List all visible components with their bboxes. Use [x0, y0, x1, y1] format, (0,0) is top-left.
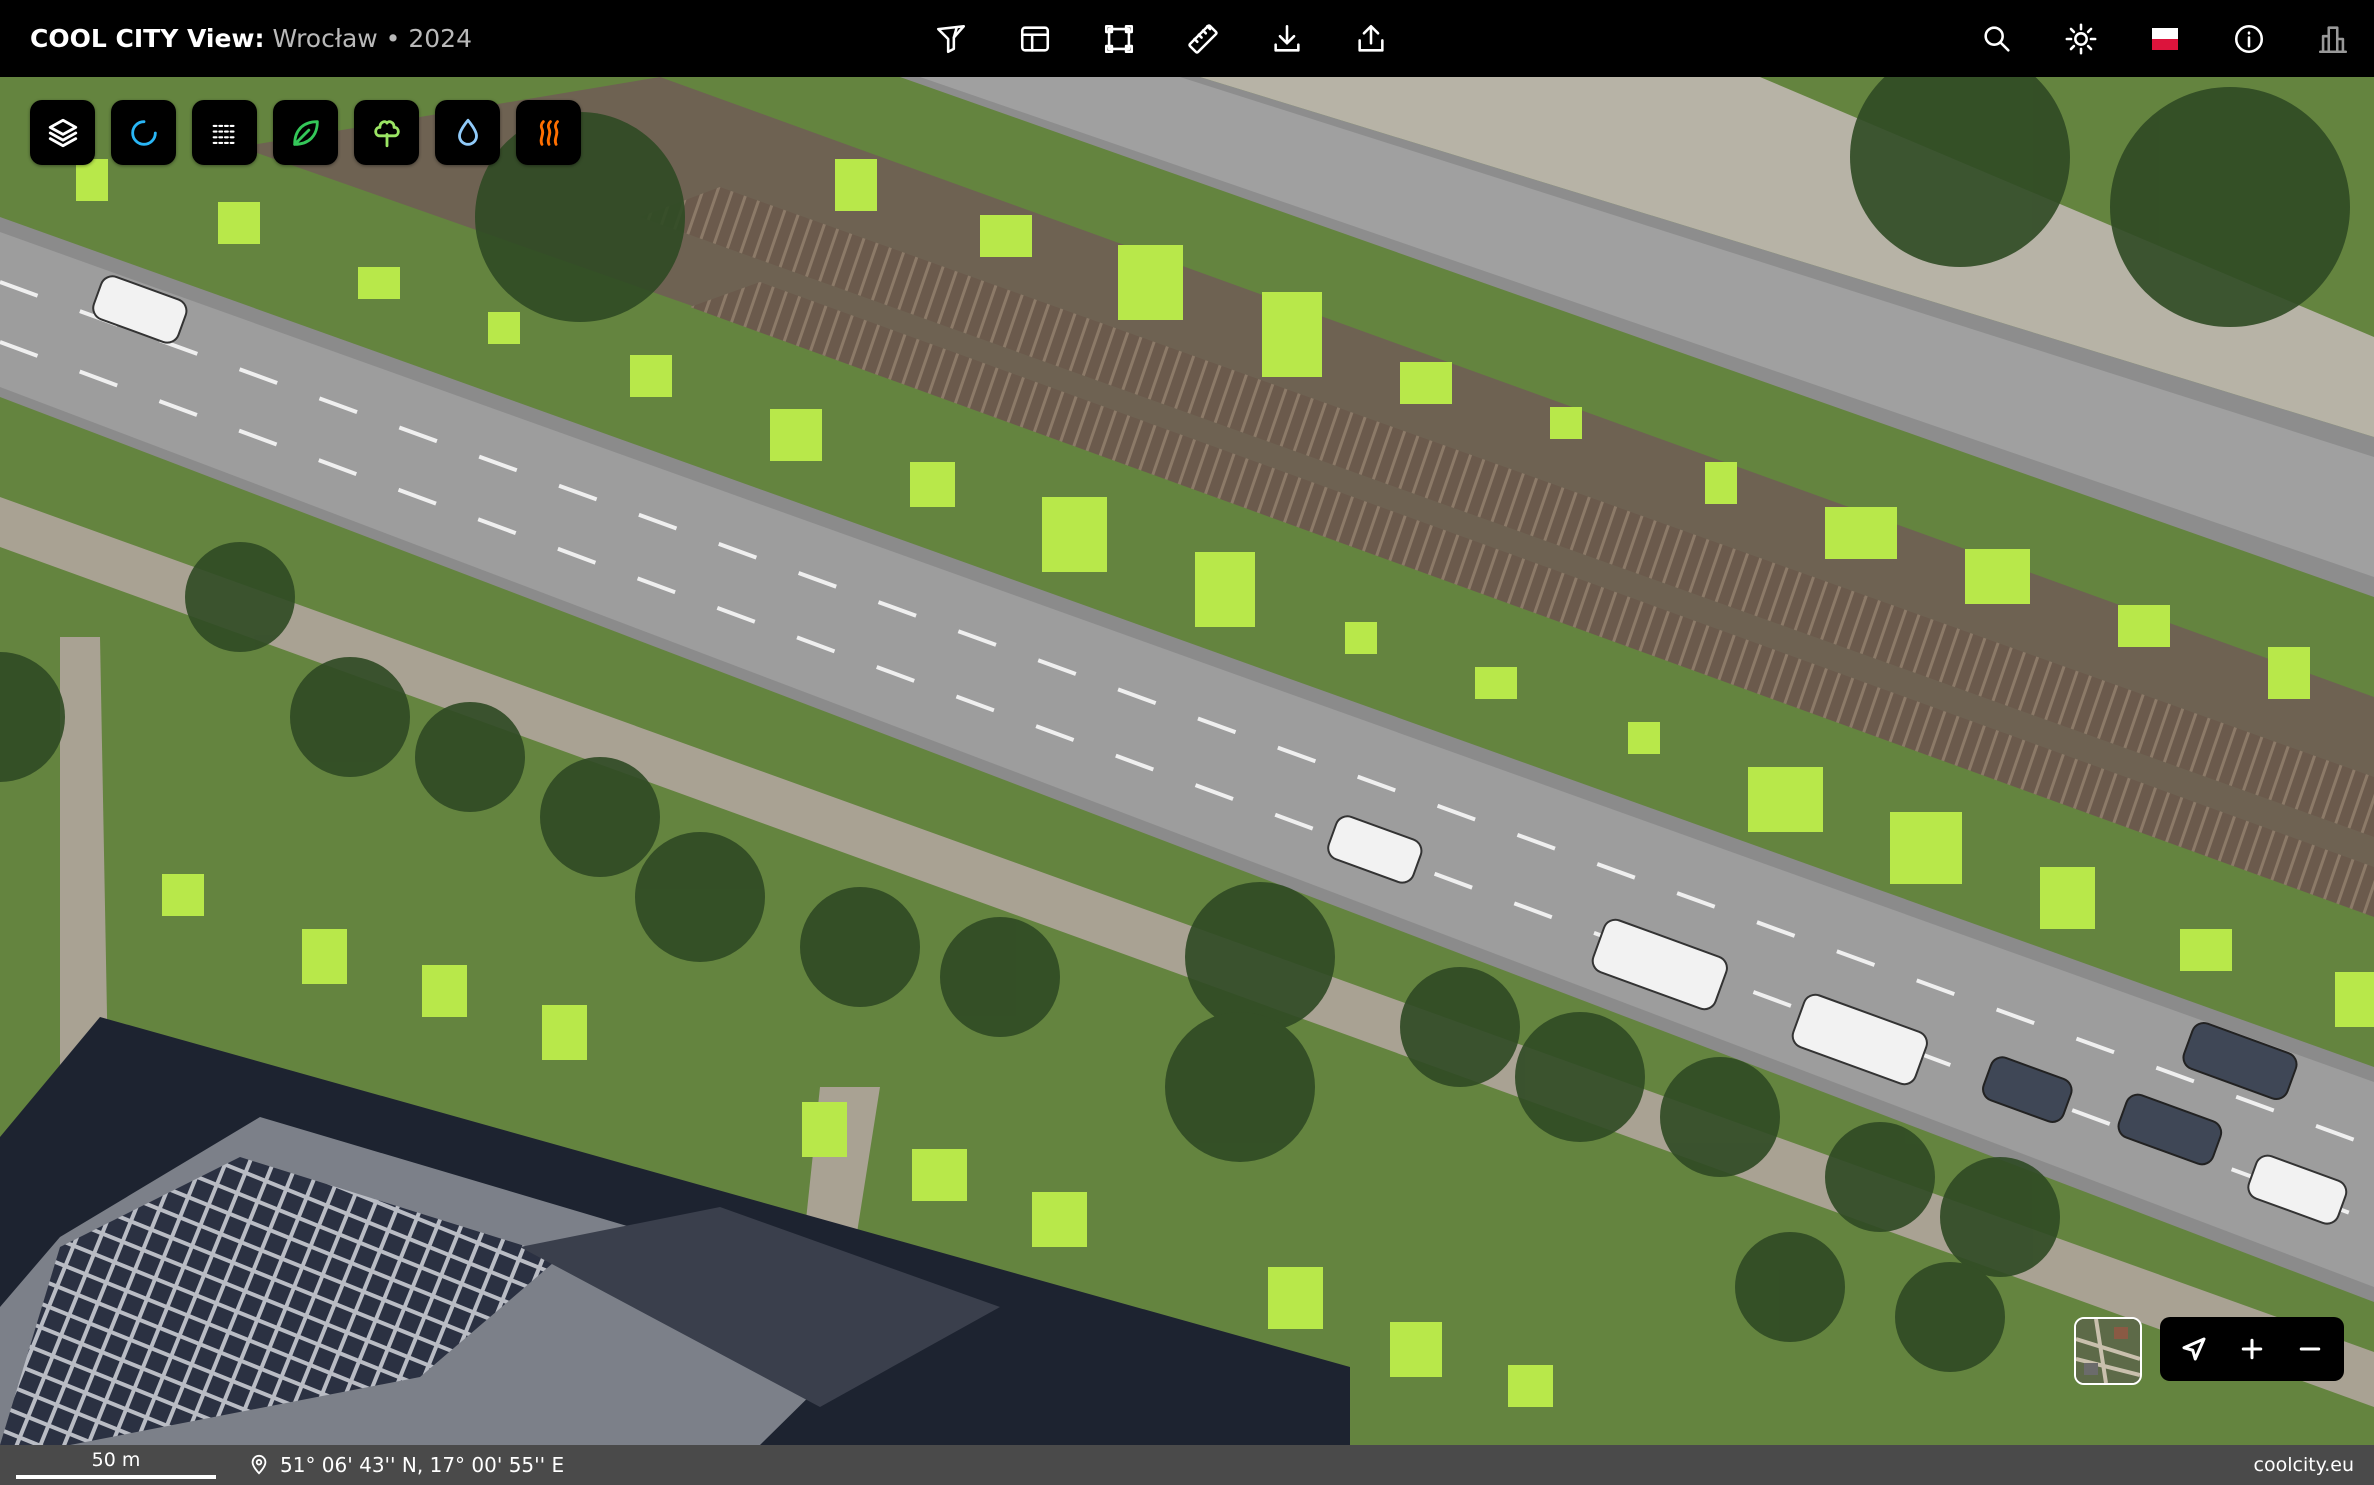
app-title: COOL CITY View: Wrocław • 2024 [30, 0, 472, 77]
map-controls [2074, 1317, 2344, 1385]
tree-icon [373, 119, 400, 147]
water-drop-button[interactable] [435, 100, 500, 165]
table-layout-icon[interactable] [1014, 18, 1056, 60]
scale-line [16, 1475, 216, 1479]
tool-group [930, 0, 1392, 77]
buildings-icon[interactable] [2312, 18, 2354, 60]
loading-ring-button[interactable] [111, 100, 176, 165]
right-tool-group [1976, 0, 2374, 77]
location-pin-icon [251, 1454, 267, 1475]
poland-flag-icon[interactable] [2144, 18, 2186, 60]
top-bar: COOL CITY View: Wrocław • 2024 [0, 0, 2374, 77]
minus-icon [2299, 1347, 2321, 1351]
brightness-icon[interactable] [2060, 18, 2102, 60]
loading-ring-icon [130, 119, 157, 146]
status-bar: 50 m 51° 06' 43'' N, 17° 00' 55'' E cool… [0, 1445, 2374, 1485]
download-icon[interactable] [1266, 18, 1308, 60]
coordinates-readout: 51° 06' 43'' N, 17° 00' 55'' E [248, 1445, 564, 1485]
heat-button[interactable] [516, 100, 581, 165]
scale-bar: 50 m [16, 1445, 216, 1485]
select-area-icon[interactable] [1098, 18, 1140, 60]
lines-icon [212, 124, 237, 144]
navigation-arrow-icon [2182, 1337, 2206, 1361]
search-icon[interactable] [1976, 18, 2018, 60]
map-view[interactable] [0, 77, 2374, 1445]
plus-icon [2241, 1338, 2263, 1360]
filter-icon[interactable] [930, 18, 972, 60]
layer-toolbar [30, 100, 581, 165]
zoom-controls [2160, 1317, 2344, 1381]
app-brand: COOL CITY View: [30, 24, 265, 53]
site-link[interactable]: coolcity.eu [2254, 1445, 2354, 1485]
coordinates-text: 51° 06' 43'' N, 17° 00' 55'' E [280, 1453, 565, 1477]
zoom-out-button[interactable] [2284, 1323, 2336, 1375]
basemap-thumbnail [2076, 1319, 2140, 1383]
tree-button[interactable] [354, 100, 419, 165]
scale-label: 50 m [91, 1449, 141, 1471]
leaf-button[interactable] [273, 100, 338, 165]
layers-icon [48, 118, 77, 147]
basemap-switcher[interactable] [2074, 1317, 2142, 1385]
zoom-in-button[interactable] [2226, 1323, 2278, 1375]
app-location: Wrocław • 2024 [264, 24, 472, 53]
layers-button[interactable] [30, 100, 95, 165]
ruler-icon[interactable] [1182, 18, 1224, 60]
info-icon[interactable] [2228, 18, 2270, 60]
lines-button[interactable] [192, 100, 257, 165]
heat-icon [539, 119, 559, 146]
locate-button[interactable] [2168, 1323, 2220, 1375]
leaf-icon [292, 119, 319, 146]
share-icon[interactable] [1350, 18, 1392, 60]
aerial-imagery [0, 77, 2374, 1445]
water-drop-icon [457, 118, 478, 146]
